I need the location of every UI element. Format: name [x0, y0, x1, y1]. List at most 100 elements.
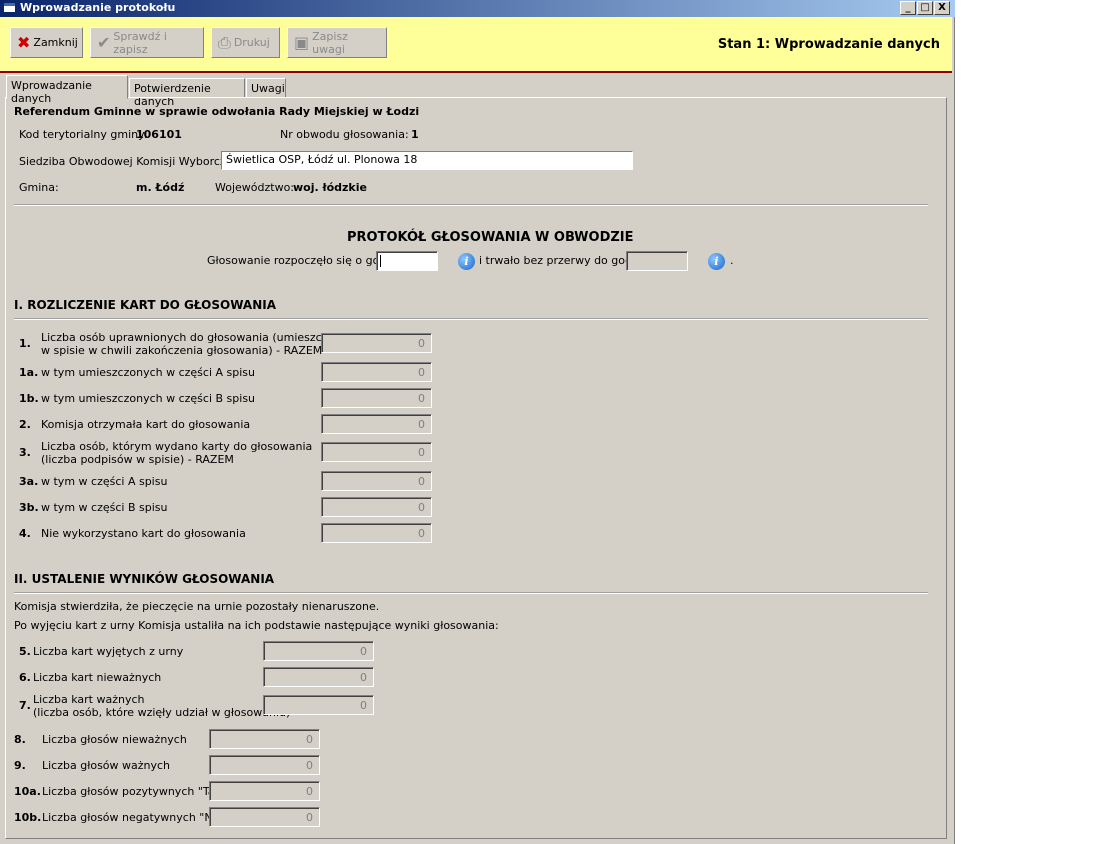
row-number: 9.	[14, 759, 26, 772]
app-window: Wprowadzanie protokołu _ □ X ✖ Zamknij ✔…	[0, 0, 955, 844]
row-number: 1.	[19, 337, 31, 350]
obwod-label: Nr obwodu głosowania:	[280, 128, 409, 141]
section2-title: II. USTALENIE WYNIKÓW GŁOSOWANIA	[14, 572, 275, 586]
siedziba-label: Siedziba Obwodowej Komisji Wyborczej:	[19, 155, 240, 168]
row-number: 3b.	[19, 501, 39, 514]
kod-label: Kod terytorialny gminy:	[19, 128, 148, 141]
value-field-2[interactable]: 0	[321, 414, 432, 434]
value-field-1a[interactable]: 0	[321, 362, 432, 382]
value-field-1[interactable]: 0	[321, 333, 432, 353]
check-save-icon: ✔	[97, 32, 111, 52]
row-number: 1a.	[19, 366, 39, 379]
tab-wprowadzanie-danych[interactable]: Wprowadzanie danych	[6, 75, 128, 105]
end-time-label: i trwało bez przerwy do godz.	[479, 254, 642, 267]
value-field-1b[interactable]: 0	[321, 388, 432, 408]
row-label: Nie wykorzystano kart do głosowania	[41, 527, 246, 540]
maximize-button[interactable]: □	[917, 1, 933, 15]
row-number: 3.	[19, 446, 31, 459]
close-x-icon: ✖	[17, 32, 31, 52]
siedziba-field[interactable]: Świetlica OSP, Łódź ul. Plonowa 18	[221, 151, 633, 170]
row-number: 10a.	[14, 785, 41, 798]
value-field-3[interactable]: 0	[321, 442, 432, 462]
gmina-value: m. Łódź	[136, 181, 185, 194]
row-number: 1b.	[19, 392, 39, 405]
value-field-10b[interactable]: 0	[209, 807, 320, 827]
tab-uwagi[interactable]: Uwagi	[246, 78, 286, 98]
row-label: Liczba kart nieważnych	[33, 671, 162, 684]
row-label: Liczba kart wyjętych z urny	[33, 645, 184, 658]
section2-text-1: Komisja stwierdziła, że pieczęcie na urn…	[14, 600, 380, 613]
section1-title: I. ROZLICZENIE KART DO GŁOSOWANIA	[14, 298, 276, 312]
close-window-button[interactable]: X	[934, 1, 950, 15]
tab-potwierdzenie-danych[interactable]: Potwierdzenie danych	[129, 78, 245, 108]
row-label: Liczba głosów negatywnych "Nie"	[42, 811, 228, 824]
row-number: 7.	[19, 699, 31, 712]
divider	[14, 204, 928, 206]
title-bar: Wprowadzanie protokołu _ □ X	[0, 0, 955, 17]
start-time-input[interactable]	[376, 251, 438, 271]
start-time-label: Głosowanie rozpoczęło się o godz.	[207, 254, 396, 267]
row-number: 4.	[19, 527, 31, 540]
divider	[14, 592, 928, 594]
wojewodztwo-value: woj. łódzkie	[293, 181, 367, 194]
row-label-line2: (liczba osób, które wzięły udział w głos…	[33, 706, 291, 719]
value-field-5[interactable]: 0	[263, 641, 374, 661]
row-label-line2: w spisie w chwili zakończenia głosowania…	[41, 344, 323, 357]
row-number: 6.	[19, 671, 31, 684]
close-button-label: Zamknij	[33, 36, 78, 49]
text-caret	[380, 255, 381, 267]
value-field-6[interactable]: 0	[263, 667, 374, 687]
info-icon[interactable]: i	[458, 253, 475, 270]
row-label: w tym w części B spisu	[41, 501, 168, 514]
print-button[interactable]: ⎙ Drukuj	[211, 27, 280, 58]
minimize-button[interactable]: _	[900, 1, 916, 15]
kod-value: 106101	[136, 128, 182, 141]
gmina-label: Gmina:	[19, 181, 59, 194]
save-notes-button[interactable]: ▣ Zapisz uwagi	[287, 27, 387, 58]
row-label: Liczba kart ważnych	[33, 693, 145, 706]
row-label: Liczba osób, którym wydano karty do głos…	[41, 440, 313, 453]
end-time-input[interactable]	[626, 251, 688, 271]
app-window-icon	[3, 2, 16, 13]
toolbar: ✖ Zamknij ✔ Sprawdź i zapisz ⎙ Drukuj ▣ …	[0, 17, 952, 73]
printer-icon: ⎙	[218, 32, 231, 52]
value-field-4[interactable]: 0	[321, 523, 432, 543]
row-label-line2: (liczba podpisów w spisie) - RAZEM	[41, 453, 234, 466]
row-label: w tym umieszczonych w części A spisu	[41, 366, 256, 379]
wojewodztwo-label: Województwo:	[215, 181, 295, 194]
value-field-10a[interactable]: 0	[209, 781, 320, 801]
referendum-title: Referendum Gminne w sprawie odwołania Ra…	[14, 105, 420, 118]
print-button-label: Drukuj	[233, 36, 270, 49]
value-field-3a[interactable]: 0	[321, 471, 432, 491]
row-label: Liczba głosów pozytywnych "Tak"	[42, 785, 226, 798]
row-label: Liczba głosów nieważnych	[42, 733, 187, 746]
row-label: w tym w części A spisu	[41, 475, 168, 488]
row-number: 10b.	[14, 811, 42, 824]
window-title: Wprowadzanie protokołu	[20, 1, 176, 14]
value-field-9[interactable]: 0	[209, 755, 320, 775]
row-number: 8.	[14, 733, 26, 746]
row-number: 2.	[19, 418, 31, 431]
end-time-dot: .	[730, 254, 734, 267]
section2-text-2: Po wyjęciu kart z urny Komisja ustaliła …	[14, 619, 499, 632]
tab-panel	[5, 97, 947, 839]
check-save-button[interactable]: ✔ Sprawdź i zapisz	[90, 27, 204, 58]
close-button[interactable]: ✖ Zamknij	[10, 27, 83, 58]
row-label: Komisja otrzymała kart do głosowania	[41, 418, 251, 431]
value-field-3b[interactable]: 0	[321, 497, 432, 517]
row-label: w tym umieszczonych w części B spisu	[41, 392, 256, 405]
check-save-button-label: Sprawdź i zapisz	[113, 29, 167, 56]
save-notes-button-label: Zapisz uwagi	[312, 29, 348, 56]
obwod-value: 1	[411, 128, 419, 141]
status-title: Stan 1: Wprowadzanie danych	[717, 37, 940, 52]
protocol-title: PROTOKÓŁ GŁOSOWANIA W OBWODZIE	[347, 230, 634, 245]
row-number: 3a.	[19, 475, 39, 488]
value-field-7[interactable]: 0	[263, 695, 374, 715]
row-label: Liczba osób uprawnionych do głosowania (…	[41, 331, 361, 344]
row-number: 5.	[19, 645, 31, 658]
divider	[14, 318, 928, 320]
row-label: Liczba głosów ważnych	[42, 759, 171, 772]
value-field-8[interactable]: 0	[209, 729, 320, 749]
info-icon[interactable]: i	[708, 253, 725, 270]
floppy-icon: ▣	[294, 32, 310, 52]
